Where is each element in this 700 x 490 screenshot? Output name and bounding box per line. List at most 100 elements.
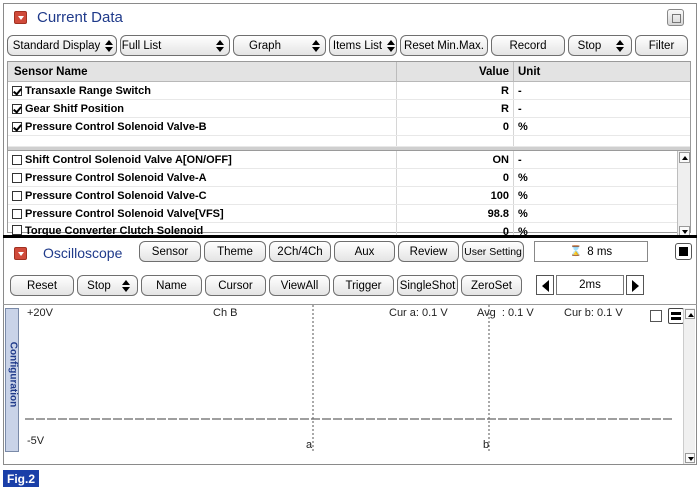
cursor-a-readout: Cur a: 0.1 V (389, 307, 448, 319)
sensor-value: ON (397, 151, 514, 168)
table-header: Sensor Name Value Unit (8, 62, 690, 82)
column-value[interactable]: Value (397, 62, 514, 81)
plot-settings-icon[interactable] (668, 308, 684, 324)
singleshot-button[interactable]: SingleShot (397, 275, 458, 296)
table-row[interactable]: Transaxle Range Switch R - (8, 82, 690, 100)
row-checkbox[interactable] (12, 208, 22, 219)
standard-display-select[interactable]: Standard Display (7, 35, 117, 56)
y-max-label: +20V (27, 307, 53, 319)
table-row[interactable]: Pressure Control Solenoid Valve-C 100 % (8, 187, 690, 205)
waveform-canvas (25, 305, 673, 451)
sensor-value: 100 (397, 187, 514, 204)
review-button[interactable]: Review (398, 241, 459, 262)
spinner-icon (121, 279, 130, 292)
sensor-button[interactable]: Sensor (139, 241, 201, 262)
filter-button[interactable]: Filter (635, 35, 688, 56)
name-button[interactable]: Name (141, 275, 202, 296)
theme-button[interactable]: Theme (204, 241, 266, 262)
viewall-button[interactable]: ViewAll (269, 275, 330, 296)
table-row[interactable]: Pressure Control Solenoid Valve-B 0 % (8, 118, 690, 136)
cursor-b-marker[interactable]: b (483, 439, 489, 451)
stop-select[interactable]: Stop (568, 35, 632, 56)
row-checkbox[interactable] (12, 85, 22, 96)
table-row[interactable]: Pressure Control Solenoid Valve[VFS] 98.… (8, 205, 690, 223)
sensor-name: Pressure Control Solenoid Valve[VFS] (25, 207, 224, 220)
oscilloscope-header: Oscilloscope Sensor Theme 2Ch/4Ch Aux Re… (6, 241, 694, 265)
cursor-b-readout: Cur b: 0.1 V (564, 307, 623, 319)
timer-icon: ⌛ (569, 246, 583, 257)
current-data-header: Current Data (6, 6, 690, 28)
time-readout-value: 8 ms (587, 245, 613, 258)
sensor-name: Pressure Control Solenoid Valve-B (25, 120, 207, 133)
sensor-unit: % (518, 189, 528, 202)
sensor-name: Pressure Control Solenoid Valve-C (25, 189, 207, 202)
row-checkbox[interactable] (12, 172, 22, 183)
aux-button[interactable]: Aux (334, 241, 395, 262)
spinner-icon (311, 39, 320, 52)
sensor-list: Shift Control Solenoid Valve A[ON/OFF] O… (8, 151, 690, 238)
oscilloscope-title: Oscilloscope (43, 245, 123, 261)
sensor-value: 98.8 (397, 205, 514, 222)
timebase-field[interactable]: 2ms (556, 275, 624, 295)
sensor-value: R (397, 100, 514, 117)
sensor-unit: % (518, 171, 528, 184)
sensor-unit: - (518, 84, 522, 97)
table-spacer (8, 136, 690, 147)
scope-scrollbar[interactable] (683, 308, 695, 464)
spinner-icon (616, 39, 625, 52)
column-unit[interactable]: Unit (514, 62, 690, 81)
scroll-down-icon[interactable] (685, 453, 695, 463)
user-setting-button[interactable]: User Setting (462, 241, 524, 262)
column-sensor-name[interactable]: Sensor Name (8, 62, 397, 81)
scroll-up-icon[interactable] (679, 152, 690, 163)
sensor-value: 0 (397, 169, 514, 186)
sensor-unit: % (518, 120, 528, 133)
graph-select[interactable]: Graph (233, 35, 326, 56)
spinner-icon (387, 39, 396, 52)
row-checkbox[interactable] (12, 154, 22, 165)
figure-label: Fig.2 (3, 470, 39, 487)
sensor-value: 0 (397, 118, 514, 135)
stop-square-icon[interactable] (675, 243, 692, 260)
row-checkbox[interactable] (12, 225, 22, 235)
collapse-icon[interactable] (14, 247, 27, 260)
trigger-button[interactable]: Trigger (333, 275, 394, 296)
zeroset-button[interactable]: ZeroSet (461, 275, 522, 296)
reset-button[interactable]: Reset (10, 275, 74, 296)
maximize-icon[interactable] (667, 9, 684, 26)
record-button[interactable]: Record (491, 35, 565, 56)
collapse-icon[interactable] (14, 10, 27, 24)
cursor-button[interactable]: Cursor (205, 275, 266, 296)
timebase-increase-icon[interactable] (626, 275, 644, 295)
oscilloscope-toolbar: Reset Stop Name Cursor ViewAll Trigger S… (10, 275, 690, 297)
table-row[interactable]: Shift Control Solenoid Valve A[ON/OFF] O… (8, 151, 690, 169)
cursor-a-marker[interactable]: a (306, 439, 312, 451)
spinner-icon (216, 39, 225, 52)
scope-plot[interactable]: +20V Ch B Cur a: 0.1 V Avg : 0.1 V Cur b… (23, 305, 687, 466)
items-list-select[interactable]: Items List (329, 35, 397, 56)
reset-min-max-button[interactable]: Reset Min.Max. (400, 35, 488, 56)
row-checkbox[interactable] (12, 103, 22, 114)
configuration-tab[interactable]: Configuration (5, 308, 19, 452)
row-checkbox[interactable] (12, 190, 22, 201)
plot-option-checkbox[interactable] (650, 310, 662, 322)
sensor-name: Gear Shitf Position (25, 102, 125, 115)
sensor-value: R (397, 82, 514, 99)
table-row[interactable]: Pressure Control Solenoid Valve-A 0 % (8, 169, 690, 187)
sensor-unit: - (518, 102, 522, 115)
list-scrollbar[interactable] (677, 151, 690, 238)
channel-label: Ch B (213, 307, 238, 319)
sensor-name: Shift Control Solenoid Valve A[ON/OFF] (25, 153, 232, 166)
full-list-select[interactable]: Full List (120, 35, 230, 56)
stop-select[interactable]: Stop (77, 275, 138, 296)
table-row[interactable]: Gear Shitf Position R - (8, 100, 690, 118)
timebase-decrease-icon[interactable] (536, 275, 554, 295)
panel-divider[interactable] (3, 235, 697, 238)
row-checkbox[interactable] (12, 121, 22, 132)
y-min-label: -5V (27, 435, 45, 447)
scroll-up-icon[interactable] (685, 309, 695, 319)
scope-display: Configuration +20V Ch B Cur a: 0.1 V Avg… (3, 304, 697, 465)
sensor-unit: - (518, 153, 522, 166)
2ch-4ch-button[interactable]: 2Ch/4Ch (269, 241, 331, 262)
average-readout: Avg : 0.1 V (477, 307, 534, 319)
